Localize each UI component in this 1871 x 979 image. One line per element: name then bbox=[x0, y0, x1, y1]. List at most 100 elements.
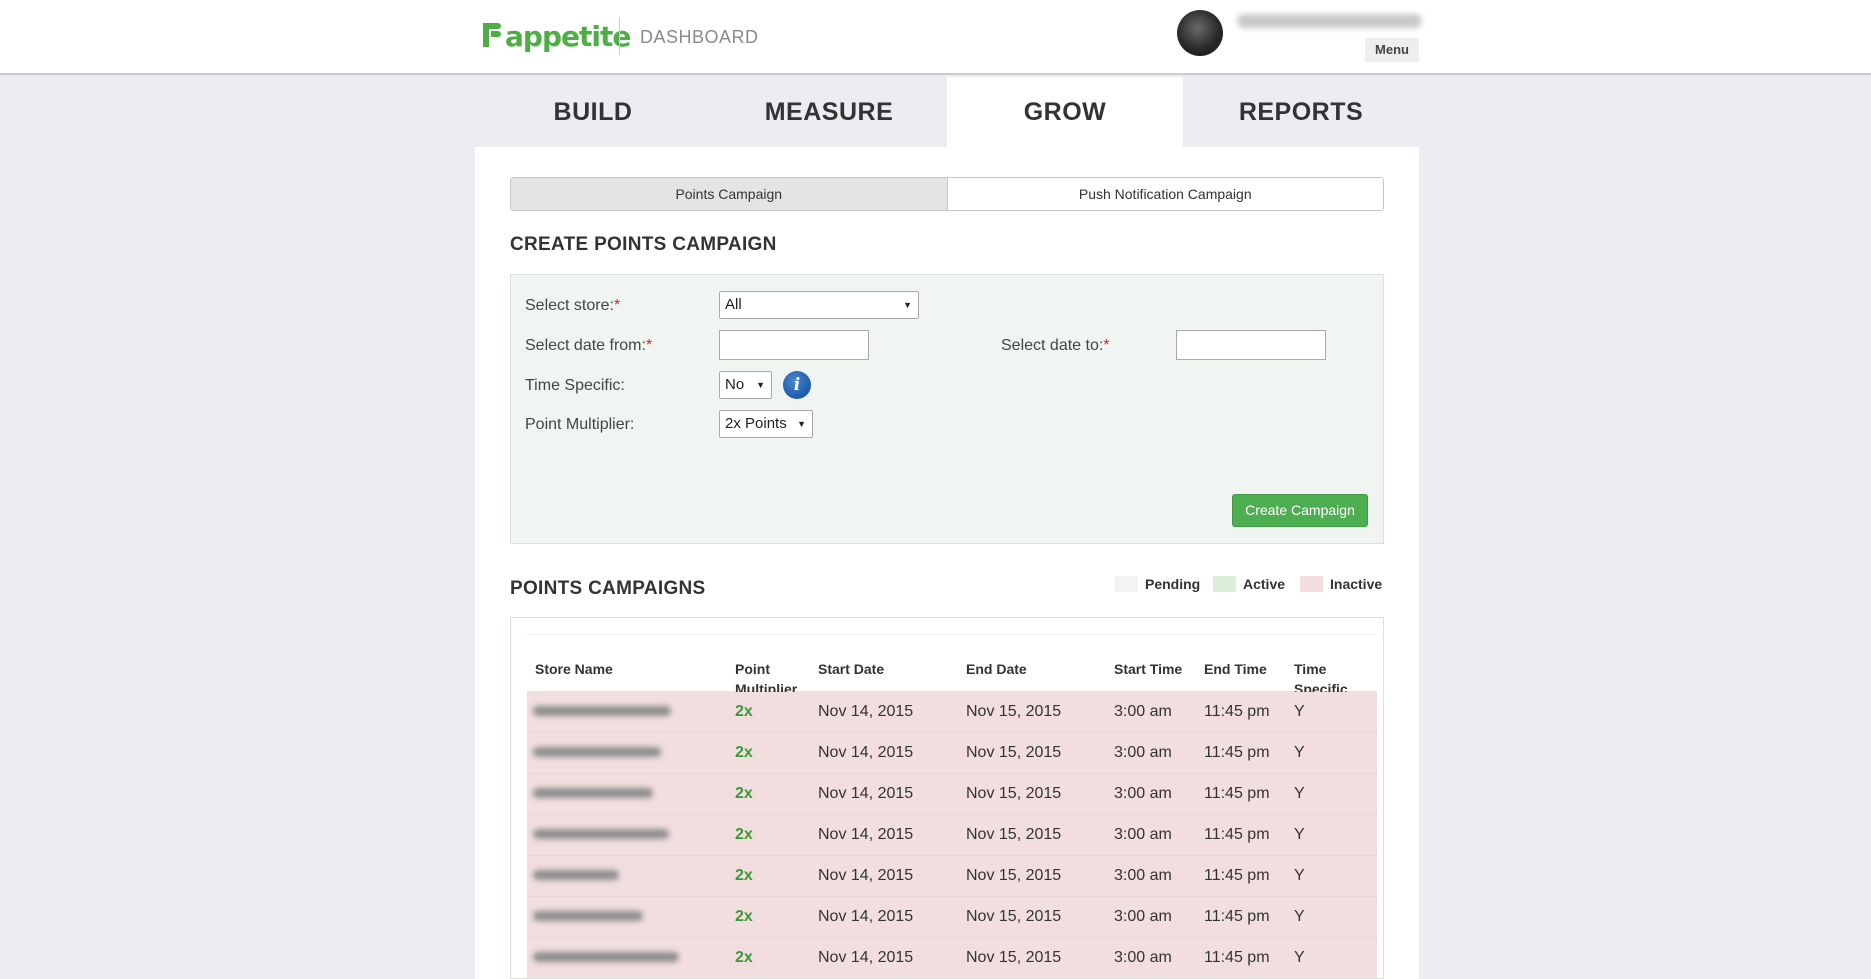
start-time-cell: 3:00 am bbox=[1114, 785, 1172, 802]
multiplier-cell: 2x bbox=[735, 744, 753, 761]
store-name-redacted bbox=[533, 870, 619, 880]
logo-mark-icon bbox=[483, 21, 503, 51]
multiplier-cell: 2x bbox=[735, 908, 753, 925]
multiplier-cell: 2x bbox=[735, 826, 753, 843]
tab-push-notification-campaign[interactable]: Push Notification Campaign bbox=[947, 178, 1383, 210]
table-header: Store Name Point Multiplier Start Date En… bbox=[527, 634, 1377, 697]
pending-swatch bbox=[1115, 576, 1138, 592]
store-name-redacted bbox=[533, 706, 671, 716]
legend-active: Active bbox=[1213, 575, 1285, 593]
start-date-cell: Nov 14, 2015 bbox=[818, 949, 914, 966]
user-name-redacted bbox=[1237, 14, 1422, 28]
create-campaign-title: CREATE POINTS CAMPAIGN bbox=[510, 234, 777, 255]
col-end-time: End Time bbox=[1204, 661, 1267, 677]
table-row[interactable]: 2x Nov 14, 2015 Nov 15, 2015 3:00 am 11:… bbox=[527, 733, 1377, 774]
legend-inactive: Inactive bbox=[1300, 575, 1382, 593]
active-swatch bbox=[1213, 576, 1236, 592]
table-row[interactable]: 2x Nov 14, 2015 Nov 15, 2015 3:00 am 11:… bbox=[527, 938, 1377, 978]
tab-measure[interactable]: MEASURE bbox=[711, 77, 947, 147]
table-row[interactable]: 2x Nov 14, 2015 Nov 15, 2015 3:00 am 11:… bbox=[527, 774, 1377, 815]
end-time-cell: 11:45 pm bbox=[1204, 908, 1270, 925]
tab-grow[interactable]: GROW bbox=[947, 77, 1183, 147]
end-time-cell: 11:45 pm bbox=[1204, 703, 1270, 720]
multiplier-cell: 2x bbox=[735, 703, 753, 720]
chevron-down-icon: ▼ bbox=[756, 380, 765, 390]
table-row[interactable]: 2x Nov 14, 2015 Nov 15, 2015 3:00 am 11:… bbox=[527, 897, 1377, 938]
col-start-date: Start Date bbox=[818, 661, 885, 677]
start-time-cell: 3:00 am bbox=[1114, 826, 1172, 843]
date-from-input[interactable] bbox=[719, 330, 869, 360]
campaign-type-tabs: Points Campaign Push Notification Campai… bbox=[510, 177, 1384, 211]
end-date-cell: Nov 15, 2015 bbox=[966, 703, 1062, 720]
time-specific-select[interactable]: No ▼ bbox=[719, 371, 772, 399]
multiplier-cell: 2x bbox=[735, 949, 753, 966]
main-nav: BUILD MEASURE GROW REPORTS bbox=[475, 77, 1419, 147]
start-time-cell: 3:00 am bbox=[1114, 908, 1172, 925]
store-name-redacted bbox=[533, 952, 679, 962]
col-end-date: End Date bbox=[966, 661, 1027, 677]
header-divider bbox=[619, 17, 620, 55]
time-specific-cell: Y bbox=[1294, 744, 1305, 761]
date-from-label: Select date from:* bbox=[525, 337, 653, 354]
inactive-swatch bbox=[1300, 576, 1323, 592]
point-multiplier-label: Point Multiplier: bbox=[525, 416, 635, 433]
start-date-cell: Nov 14, 2015 bbox=[818, 703, 914, 720]
top-header: appetite DASHBOARD Menu bbox=[0, 0, 1871, 75]
end-time-cell: 11:45 pm bbox=[1204, 826, 1270, 843]
multiplier-cell: 2x bbox=[735, 785, 753, 802]
time-specific-cell: Y bbox=[1294, 826, 1305, 843]
end-time-cell: 11:45 pm bbox=[1204, 785, 1270, 802]
tab-points-campaign[interactable]: Points Campaign bbox=[511, 178, 948, 210]
store-name-redacted bbox=[533, 747, 661, 757]
logo-text: appetite bbox=[505, 19, 631, 53]
create-campaign-button[interactable]: Create Campaign bbox=[1232, 494, 1368, 527]
time-specific-cell: Y bbox=[1294, 703, 1305, 720]
points-campaigns-title: POINTS CAMPAIGNS bbox=[510, 578, 706, 599]
start-date-cell: Nov 14, 2015 bbox=[818, 785, 914, 802]
table-row[interactable]: 2x Nov 14, 2015 Nov 15, 2015 3:00 am 11:… bbox=[527, 692, 1377, 733]
col-store-name: Store Name bbox=[535, 661, 613, 677]
point-multiplier-select[interactable]: 2x Points ▼ bbox=[719, 410, 813, 438]
tab-build[interactable]: BUILD bbox=[475, 77, 711, 147]
tab-reports[interactable]: REPORTS bbox=[1183, 77, 1419, 147]
store-name-redacted bbox=[533, 788, 653, 798]
date-to-label: Select date to:* bbox=[1001, 337, 1110, 354]
time-specific-cell: Y bbox=[1294, 908, 1305, 925]
store-select[interactable]: All ▼ bbox=[719, 291, 919, 319]
col-start-time: Start Time bbox=[1114, 661, 1183, 677]
end-date-cell: Nov 15, 2015 bbox=[966, 785, 1062, 802]
menu-button[interactable]: Menu bbox=[1365, 38, 1419, 62]
legend-pending: Pending bbox=[1115, 575, 1200, 593]
start-time-cell: 3:00 am bbox=[1114, 744, 1172, 761]
time-specific-label: Time Specific: bbox=[525, 377, 625, 394]
campaigns-table: Store Name Point Multiplier Start Date En… bbox=[510, 617, 1384, 979]
start-date-cell: Nov 14, 2015 bbox=[818, 826, 914, 843]
start-time-cell: 3:00 am bbox=[1114, 867, 1172, 884]
select-store-label: Select store:* bbox=[525, 297, 621, 314]
end-date-cell: Nov 15, 2015 bbox=[966, 744, 1062, 761]
end-time-cell: 11:45 pm bbox=[1204, 949, 1270, 966]
end-time-cell: 11:45 pm bbox=[1204, 744, 1270, 761]
table-row[interactable]: 2x Nov 14, 2015 Nov 15, 2015 3:00 am 11:… bbox=[527, 856, 1377, 897]
end-date-cell: Nov 15, 2015 bbox=[966, 908, 1062, 925]
chevron-down-icon: ▼ bbox=[797, 419, 806, 429]
user-avatar[interactable] bbox=[1177, 10, 1223, 56]
table-row[interactable]: 2x Nov 14, 2015 Nov 15, 2015 3:00 am 11:… bbox=[527, 815, 1377, 856]
date-to-input[interactable] bbox=[1176, 330, 1326, 360]
appetite-logo[interactable]: appetite bbox=[483, 16, 631, 56]
start-date-cell: Nov 14, 2015 bbox=[818, 744, 914, 761]
end-time-cell: 11:45 pm bbox=[1204, 867, 1270, 884]
time-specific-cell: Y bbox=[1294, 867, 1305, 884]
chevron-down-icon: ▼ bbox=[903, 300, 912, 310]
start-time-cell: 3:00 am bbox=[1114, 949, 1172, 966]
info-icon[interactable]: i bbox=[783, 371, 811, 399]
end-date-cell: Nov 15, 2015 bbox=[966, 949, 1062, 966]
start-date-cell: Nov 14, 2015 bbox=[818, 867, 914, 884]
store-name-redacted bbox=[533, 829, 669, 839]
dashboard-label: DASHBOARD bbox=[640, 27, 759, 47]
end-date-cell: Nov 15, 2015 bbox=[966, 867, 1062, 884]
start-time-cell: 3:00 am bbox=[1114, 703, 1172, 720]
start-date-cell: Nov 14, 2015 bbox=[818, 908, 914, 925]
store-name-redacted bbox=[533, 911, 643, 921]
time-specific-cell: Y bbox=[1294, 785, 1305, 802]
